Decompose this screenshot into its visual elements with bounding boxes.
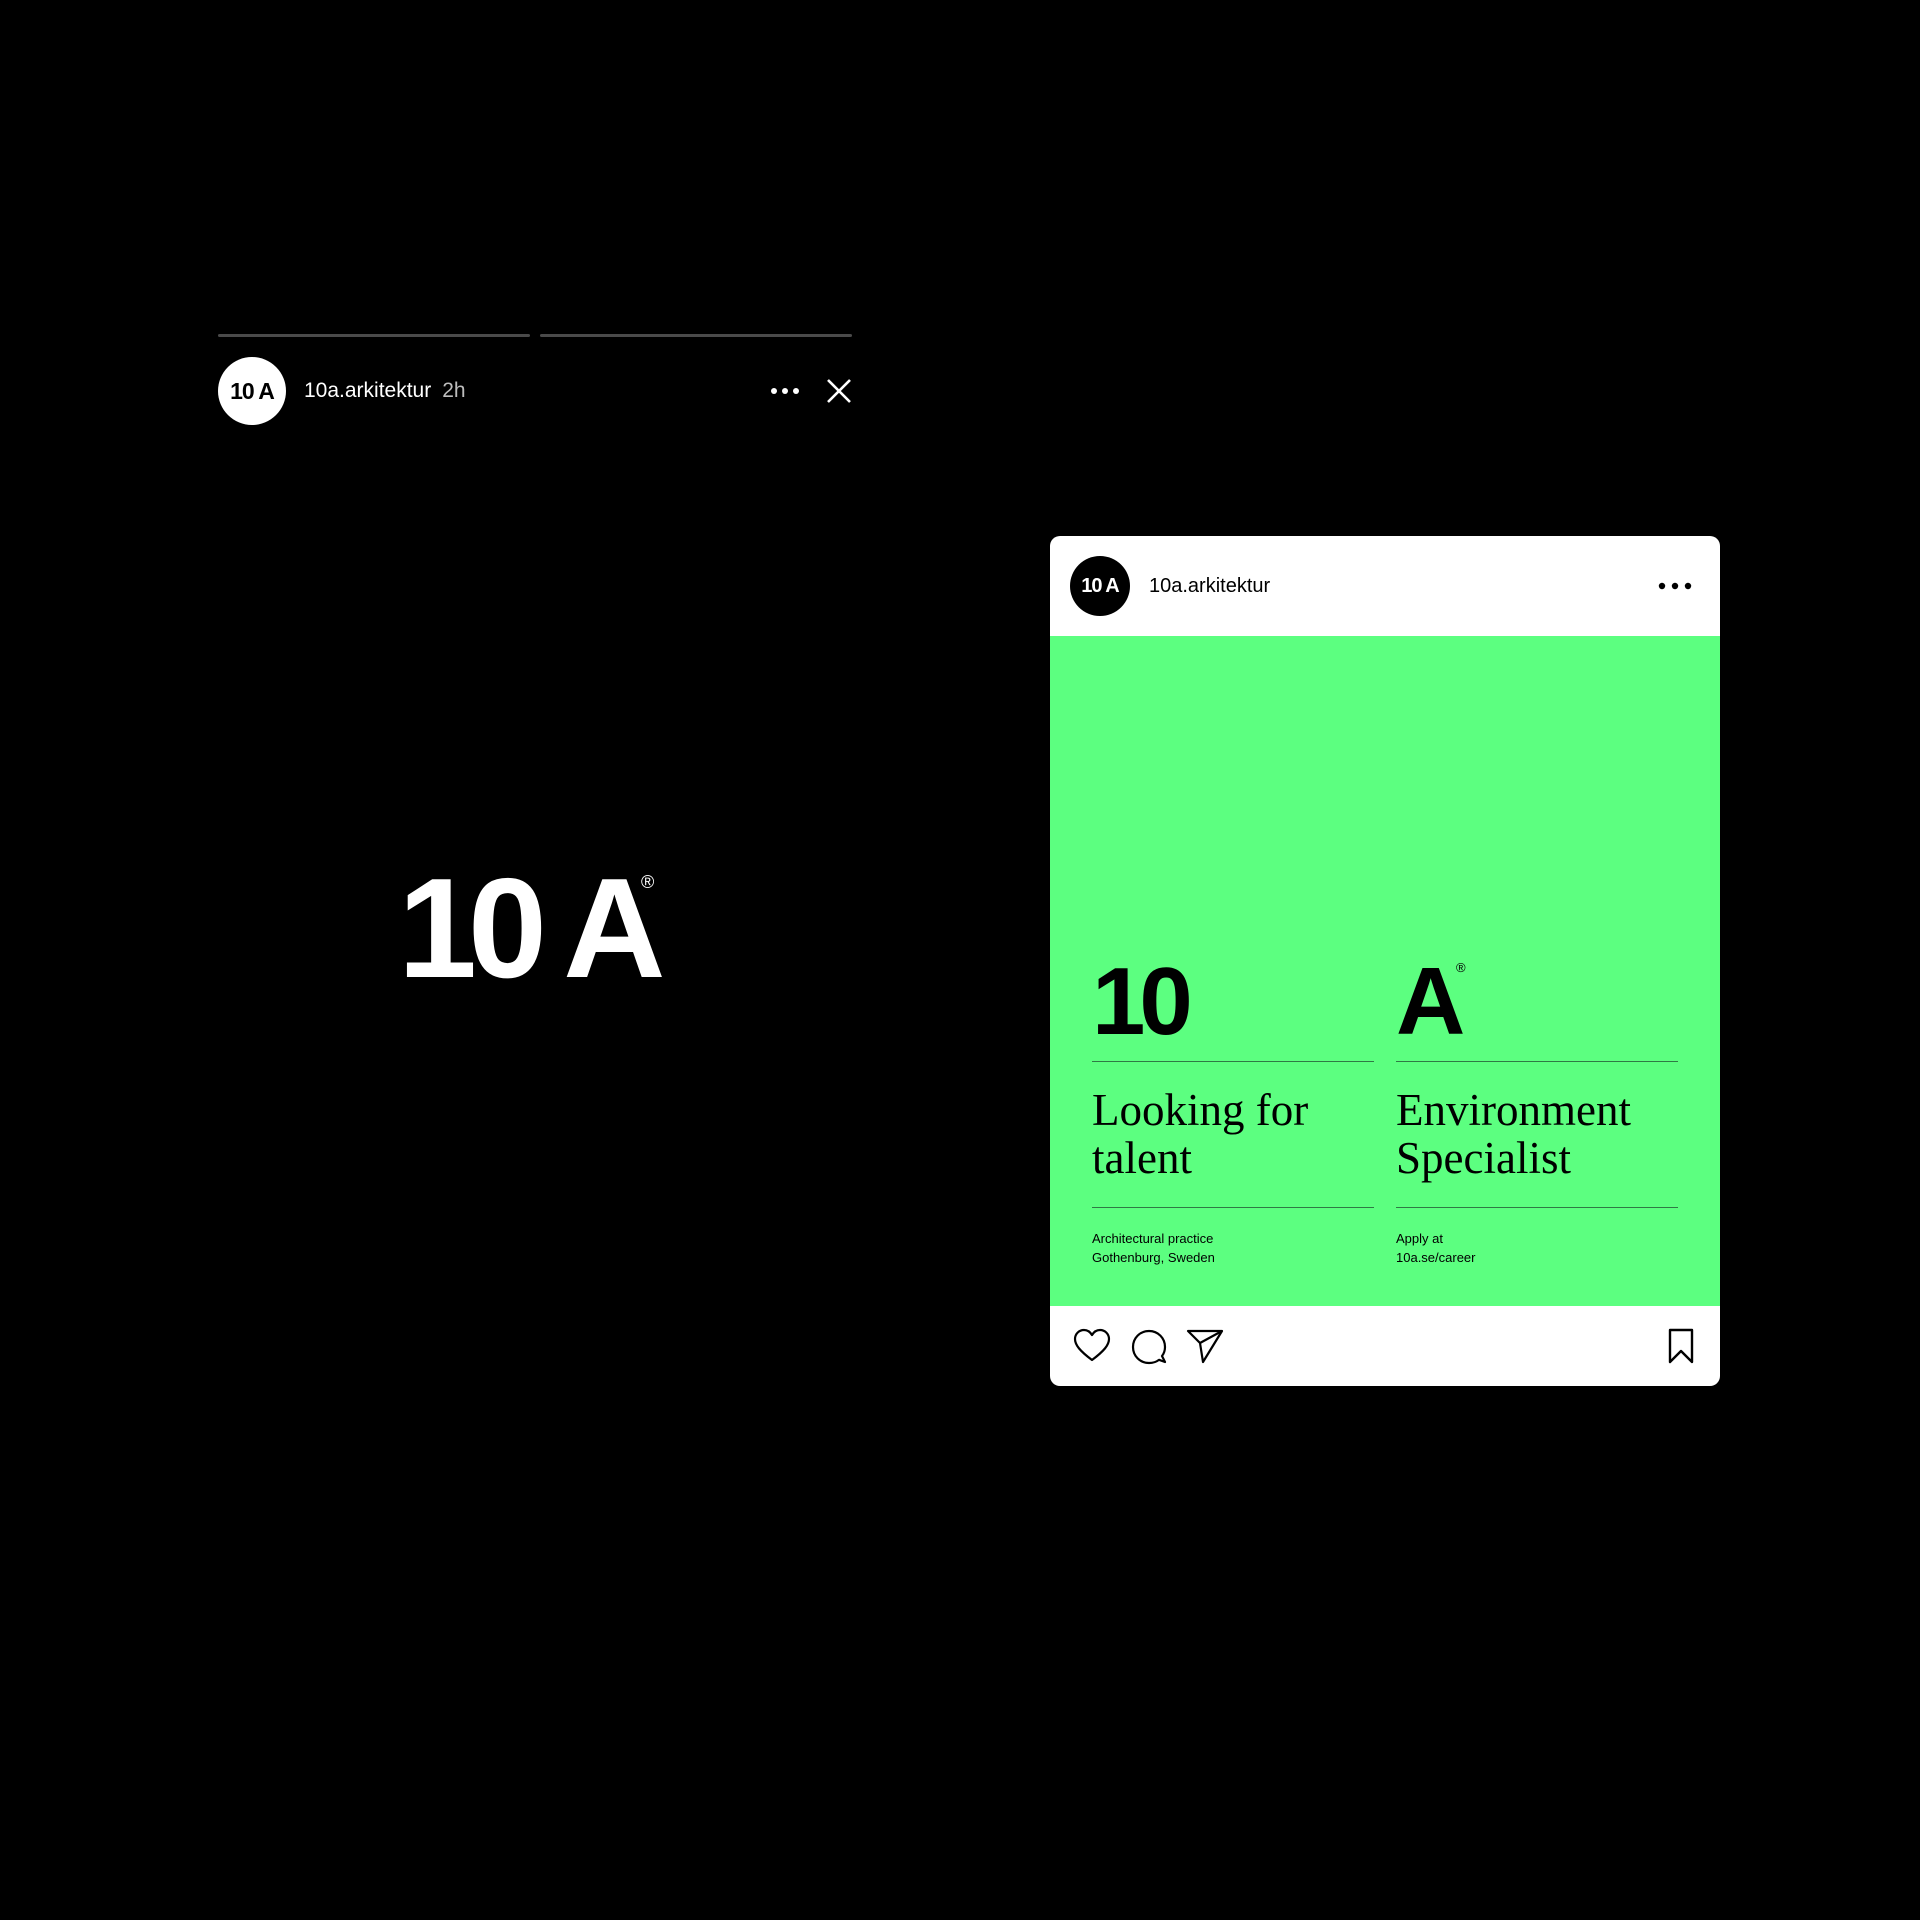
story-username[interactable]: 10a.arkitektur	[304, 379, 431, 403]
story-view: 10 A 10a.arkitektur 2h	[218, 334, 852, 425]
registered-mark: ®	[1456, 960, 1466, 975]
post-avatar[interactable]: 10 A	[1070, 556, 1130, 616]
poster-column-right: A ® Environment Specialist Apply at 10a.…	[1396, 636, 1678, 1306]
poster-headline-right: Environment Specialist	[1396, 1086, 1696, 1182]
divider	[1396, 1207, 1678, 1208]
post-username[interactable]: 10a.arkitektur	[1149, 575, 1270, 598]
poster-caption-left: Architectural practice Gothenburg, Swede…	[1092, 1229, 1215, 1267]
poster-caption-line: 10a.se/career	[1396, 1250, 1476, 1265]
post-avatar-text: 10 A	[1081, 574, 1120, 597]
poster-caption-line: Gothenburg, Sweden	[1092, 1250, 1215, 1265]
story-header: 10 A 10a.arkitektur 2h	[218, 357, 852, 425]
poster-headline-line: Environment	[1396, 1085, 1631, 1135]
divider	[1092, 1207, 1374, 1208]
poster-caption-line: Architectural practice	[1092, 1231, 1214, 1246]
registered-mark: ®	[641, 872, 655, 892]
story-progress-segment	[218, 334, 530, 337]
post-header: 10 A 10a.arkitektur	[1050, 536, 1720, 636]
poster-headline-left: Looking for talent	[1092, 1086, 1392, 1182]
feed-post: 10 A 10a.arkitektur 10 Looking for talen…	[1050, 536, 1720, 1386]
poster-headline-line: Looking for	[1092, 1085, 1309, 1135]
close-icon[interactable]	[826, 378, 852, 404]
post-image[interactable]: 10 Looking for talent Architectural prac…	[1050, 636, 1720, 1306]
canvas: 10 A 10a.arkitektur 2h 10 A ® 10 A 10a.a…	[0, 0, 1920, 1920]
story-avatar-text: 10 A	[230, 377, 275, 404]
poster-caption-right: Apply at 10a.se/career	[1396, 1229, 1476, 1267]
divider	[1396, 1061, 1678, 1062]
story-avatar[interactable]: 10 A	[218, 357, 286, 425]
story-timestamp: 2h	[442, 379, 466, 402]
more-options-icon[interactable]	[770, 384, 800, 398]
comment-icon[interactable]	[1129, 1326, 1169, 1366]
send-icon[interactable]	[1185, 1326, 1225, 1366]
story-brand-logo: 10 A ®	[398, 858, 688, 1000]
poster-number: 10	[1092, 948, 1193, 1055]
heart-icon[interactable]	[1072, 1326, 1112, 1366]
poster-headline-line: Specialist	[1396, 1133, 1571, 1183]
post-action-bar	[1050, 1306, 1720, 1386]
poster-caption-line: Apply at	[1396, 1231, 1443, 1246]
bookmark-icon[interactable]	[1664, 1326, 1698, 1366]
poster-headline-line: talent	[1092, 1133, 1192, 1183]
divider	[1092, 1061, 1374, 1062]
poster-column-left: 10 Looking for talent Architectural prac…	[1092, 636, 1374, 1306]
story-progress-bar	[218, 334, 852, 337]
story-progress-segment	[540, 334, 852, 337]
poster-letter: A	[1396, 948, 1465, 1055]
more-options-icon[interactable]	[1658, 579, 1692, 593]
